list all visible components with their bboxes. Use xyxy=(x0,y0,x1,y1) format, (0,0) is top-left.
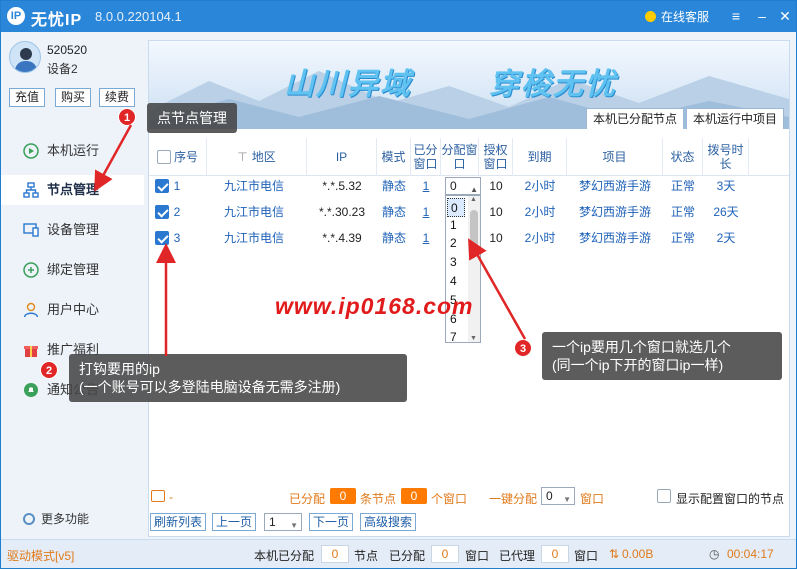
scroll-down-icon[interactable]: ▼ xyxy=(470,335,477,342)
app-version: 8.0.0.220104.1 xyxy=(95,9,182,24)
sidebar-item-node-management[interactable]: 节点管理 xyxy=(1,175,144,205)
header-mode: 模式 xyxy=(377,138,411,176)
dropdown-option[interactable]: 4 xyxy=(450,272,457,291)
row-checkbox[interactable] xyxy=(155,205,169,219)
dropdown-option[interactable]: 7 xyxy=(450,328,457,342)
callout-check-ip: 打钩要用的ip (一个账号可以多登陆电脑设备无需多注册) xyxy=(69,354,407,402)
customer-service-icon xyxy=(645,11,656,22)
traffic-icon: ⇅ xyxy=(609,547,620,561)
local-nodes-count: 0 xyxy=(321,545,349,563)
show-config-checkbox[interactable] xyxy=(657,489,671,503)
callout-badge: 1 xyxy=(118,108,136,126)
assigned-link[interactable]: 1 xyxy=(411,225,441,251)
header-project: 项目 xyxy=(567,138,663,176)
header-authorized: 授权窗口 xyxy=(479,138,513,176)
header-assigned: 已分窗口 xyxy=(411,138,441,176)
app-logo-icon: IP xyxy=(7,7,25,25)
select-all-checkbox[interactable] xyxy=(156,150,171,164)
banner-slogan-left: 山川异域 xyxy=(284,68,412,101)
sidebar-item-device-management[interactable]: 设备管理 xyxy=(1,215,144,245)
title-bar: IP 无忧IP 8.0.0.220104.1 在线客服 ≡ – ✕ xyxy=(1,1,796,32)
user-icon xyxy=(23,302,39,318)
callout-badge: 2 xyxy=(40,361,58,379)
dropdown-scrollbar[interactable]: ▲ ▼ xyxy=(468,196,480,342)
scroll-thumb[interactable] xyxy=(470,210,478,250)
refresh-list-button[interactable]: 刷新列表 xyxy=(150,513,207,531)
dropdown-option[interactable]: 0 xyxy=(447,198,465,217)
status-bar: 驱动模式[v5] 本机已分配 0 节点 已分配 0 窗口 已代理 0 窗口 ⇅ … xyxy=(1,539,796,568)
tab-local-running-projects[interactable]: 本机运行中项目 xyxy=(686,108,785,129)
callout-node-management: 点节点管理 xyxy=(147,103,237,133)
device-icon xyxy=(23,223,39,237)
banner: 山川异域 穿梭无忧 本机已分配节点 本机运行中项目 xyxy=(149,41,789,129)
header-allocate: 分配窗口 xyxy=(441,138,479,176)
header-index[interactable]: 序号 xyxy=(149,138,207,176)
advanced-search-button[interactable]: 高级搜索 xyxy=(360,513,417,531)
customer-service-button[interactable]: 在线客服 xyxy=(645,8,709,25)
row-checkbox[interactable] xyxy=(155,179,169,193)
dropdown-option[interactable]: 1 xyxy=(450,216,457,235)
play-icon xyxy=(23,143,39,159)
recharge-button[interactable]: 充值 xyxy=(9,88,46,107)
node-tree-icon xyxy=(23,182,39,198)
proxied-windows-count: 0 xyxy=(541,545,569,563)
driver-mode: 驱动模式[v5] xyxy=(7,549,75,563)
menu-icon[interactable]: ≡ xyxy=(725,5,747,27)
chevron-down-icon: ▼ xyxy=(290,521,298,530)
clock-icon: ◷ xyxy=(709,547,720,561)
more-features-button[interactable]: 更多功能 xyxy=(23,510,89,527)
callout-select-windows: 一个ip要用几个窗口就选几个 (同一个ip下开的窗口ip一样) xyxy=(542,332,782,380)
header-status: 状态 xyxy=(663,138,703,176)
close-icon[interactable]: ✕ xyxy=(774,5,796,27)
header-dial-duration: 拨号时长 xyxy=(703,138,749,176)
prev-page-button[interactable]: 上一页 xyxy=(212,513,257,531)
more-icon xyxy=(23,513,35,525)
note-icon xyxy=(151,490,165,502)
assigned-windows-count: 0 xyxy=(431,545,459,563)
dropdown-option[interactable]: 3 xyxy=(450,253,457,272)
assigned-link[interactable]: 1 xyxy=(411,173,441,199)
page-select[interactable]: 1 ▼ xyxy=(264,513,302,531)
watermark: www.ip0168.com xyxy=(275,293,474,319)
dropdown-option[interactable]: 2 xyxy=(450,234,457,253)
scroll-up-icon[interactable]: ▲ xyxy=(470,196,477,203)
device-name: 设备2 xyxy=(47,62,78,76)
header-region[interactable]: ⊤ 地区 xyxy=(207,138,307,176)
minimize-icon[interactable]: – xyxy=(751,5,773,27)
assigned-windows-count: 0 xyxy=(401,488,427,504)
chevron-down-icon: ▼ xyxy=(563,495,571,504)
buy-button[interactable]: 购买 xyxy=(55,88,92,107)
runtime-timer: 00:04:17 xyxy=(727,547,774,561)
assigned-nodes-count: 0 xyxy=(330,488,356,504)
gift-icon xyxy=(24,346,38,357)
sidebar-item-user-center[interactable]: 用户中心 xyxy=(1,295,144,325)
app-name: 无忧IP xyxy=(31,12,83,29)
allocate-window-select[interactable]: 0 ▲ xyxy=(445,177,481,195)
header-ip: IP xyxy=(307,138,377,176)
traffic-value: 0.00B xyxy=(622,547,654,561)
header-expire: 到期 xyxy=(513,138,567,176)
username: 520520 xyxy=(47,43,88,57)
sidebar-item-local-run[interactable]: 本机运行 xyxy=(1,136,144,166)
app-window: IP 无忧IP 8.0.0.220104.1 在线客服 ≡ – ✕ 520520… xyxy=(0,0,797,569)
bell-icon xyxy=(24,383,38,397)
row-checkbox[interactable] xyxy=(155,231,169,245)
renew-button[interactable]: 续费 xyxy=(99,88,136,107)
allocate-window-dropdown[interactable]: 0 1 2 3 4 5 6 7 ▲ ▼ xyxy=(445,195,481,343)
filter-icon[interactable]: ⊤ xyxy=(237,150,247,164)
table-header: 序号 ⊤ 地区 IP 模式 已分窗口 分配窗口 授权窗口 到期 项目 状态 拨号时… xyxy=(149,138,789,176)
callout-badge: 3 xyxy=(514,339,532,357)
avatar[interactable] xyxy=(9,41,41,73)
allocation-summary: - 已分配 0 条节点 0 个窗口 一键分配 0 ▼ 窗口 显示配置窗口的节点 xyxy=(149,486,789,508)
bind-icon xyxy=(23,262,39,278)
assigned-link[interactable]: 1 xyxy=(411,199,441,225)
banner-slogan-right: 穿梭无忧 xyxy=(489,68,617,101)
main-panel: 山川异域 穿梭无忧 本机已分配节点 本机运行中项目 序号 ⊤ 地区 IP 模式 已… xyxy=(148,40,790,537)
one-click-allocate-select[interactable]: 0 ▼ xyxy=(541,487,575,505)
sidebar-item-bind-management[interactable]: 绑定管理 xyxy=(1,255,144,285)
next-page-button[interactable]: 下一页 xyxy=(309,513,354,531)
tab-local-assigned-nodes[interactable]: 本机已分配节点 xyxy=(586,108,685,129)
